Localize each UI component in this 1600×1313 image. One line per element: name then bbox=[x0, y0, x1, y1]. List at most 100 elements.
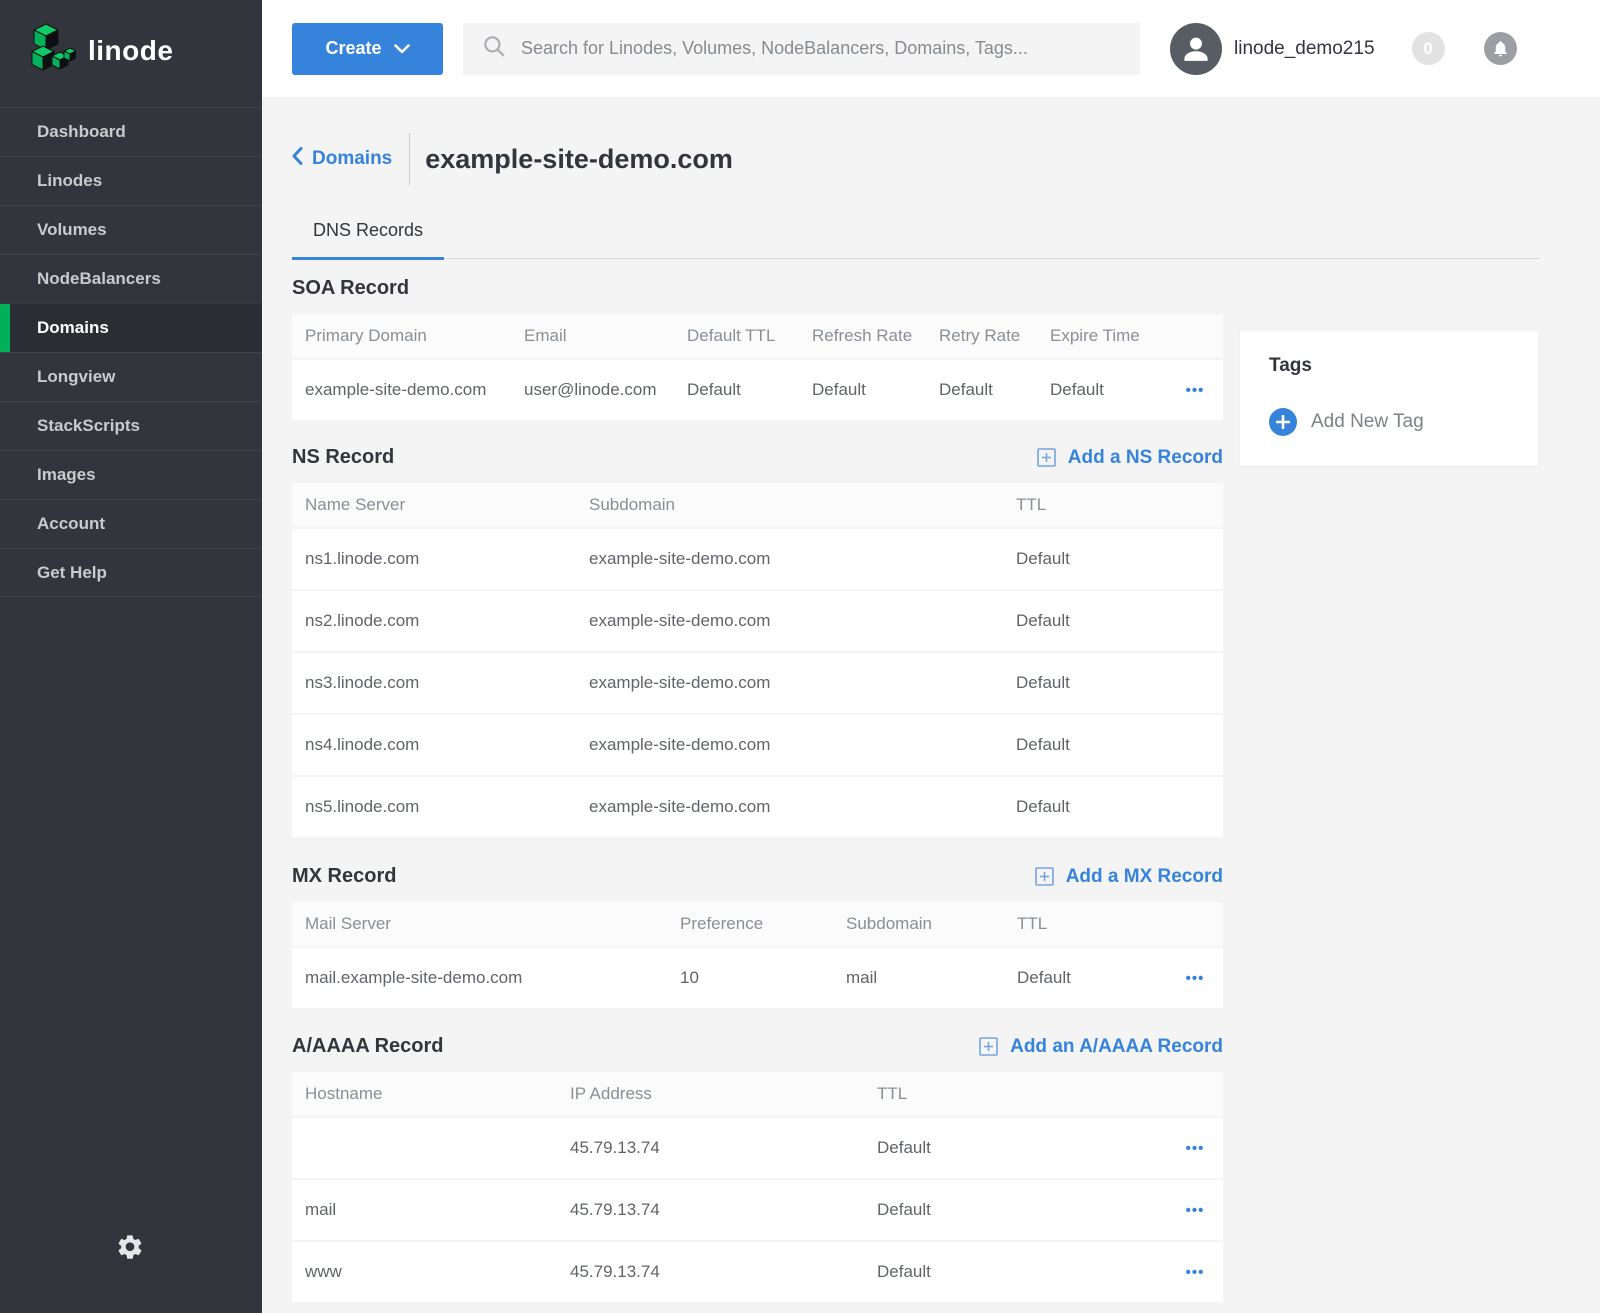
records-column: SOA Record Primary Domain Email Default … bbox=[292, 273, 1223, 1302]
tags-title: Tags bbox=[1269, 355, 1509, 377]
linode-logo[interactable]: linode bbox=[0, 0, 262, 79]
sidebar-item-get-help[interactable]: Get Help bbox=[0, 548, 262, 597]
settings-gear-icon[interactable] bbox=[116, 1233, 144, 1266]
active-indicator bbox=[0, 304, 10, 352]
search-icon bbox=[481, 33, 507, 64]
search-input[interactable] bbox=[521, 38, 1122, 59]
subdomain-cell: example-site-demo.com bbox=[589, 735, 1016, 755]
mx-section-title: MX Record bbox=[292, 865, 396, 888]
sidebar-item-label: Get Help bbox=[37, 563, 107, 583]
user-avatar[interactable] bbox=[1170, 23, 1222, 75]
topbar: Create linode_demo215 0 bbox=[262, 0, 1600, 97]
breadcrumb: Domains example-site-demo.com bbox=[292, 133, 1600, 185]
name-server-cell: ns5.linode.com bbox=[305, 797, 589, 817]
sidebar-item-nodebalancers[interactable]: NodeBalancers bbox=[0, 254, 262, 303]
sidebar-item-longview[interactable]: Longview bbox=[0, 352, 262, 401]
column-header: IP Address bbox=[570, 1084, 877, 1104]
notification-count-badge[interactable]: 0 bbox=[1412, 32, 1445, 65]
ns-table-row: ns5.linode.com example-site-demo.com Def… bbox=[292, 777, 1223, 837]
soa-section-title: SOA Record bbox=[292, 277, 409, 300]
subdomain-cell: example-site-demo.com bbox=[589, 797, 1016, 817]
tab-dns-records[interactable]: DNS Records bbox=[292, 207, 444, 258]
add-a-aaaa-record-label: Add an A/AAAA Record bbox=[1010, 1036, 1223, 1058]
row-actions-menu-icon[interactable]: ••• bbox=[1167, 382, 1223, 399]
row-actions-menu-icon[interactable]: ••• bbox=[1167, 1140, 1223, 1157]
tags-column: Tags Add New Tag bbox=[1240, 273, 1538, 1302]
row-actions-menu-icon[interactable]: ••• bbox=[1167, 1264, 1223, 1281]
main-content: Domains example-site-demo.com DNS Record… bbox=[262, 97, 1600, 1313]
sidebar-item-images[interactable]: Images bbox=[0, 450, 262, 499]
ip-address-cell: 45.79.13.74 bbox=[570, 1200, 877, 1220]
ttl-cell: Default bbox=[1016, 673, 1223, 693]
column-header: Name Server bbox=[305, 495, 589, 515]
column-header: TTL bbox=[1017, 914, 1167, 934]
ip-address-cell: 45.79.13.74 bbox=[570, 1262, 877, 1282]
soa-table-header: Primary Domain Email Default TTL Refresh… bbox=[292, 314, 1223, 358]
ttl-cell: Default bbox=[1016, 797, 1223, 817]
name-server-cell: ns3.linode.com bbox=[305, 673, 589, 693]
ns-table-row: ns4.linode.com example-site-demo.com Def… bbox=[292, 715, 1223, 775]
chevron-down-icon bbox=[394, 38, 410, 59]
back-link-label: Domains bbox=[312, 148, 392, 170]
global-search[interactable] bbox=[463, 23, 1140, 75]
sidebar-item-domains[interactable]: Domains bbox=[0, 303, 262, 352]
sidebar-item-account[interactable]: Account bbox=[0, 499, 262, 548]
add-ns-record-label: Add a NS Record bbox=[1068, 447, 1223, 469]
ns-table: Name Server Subdomain TTL ns1.linode.com… bbox=[292, 483, 1223, 837]
mail-server-cell: mail.example-site-demo.com bbox=[305, 968, 680, 988]
sidebar: linode Dashboard Linodes Volumes NodeBal… bbox=[0, 0, 262, 1313]
add-new-tag-button[interactable]: Add New Tag bbox=[1269, 408, 1509, 436]
add-mx-record-label: Add a MX Record bbox=[1066, 866, 1223, 888]
brand-name: linode bbox=[88, 35, 173, 67]
row-actions-menu-icon[interactable]: ••• bbox=[1167, 1202, 1223, 1219]
sidebar-item-dashboard[interactable]: Dashboard bbox=[0, 107, 262, 156]
column-header: Hostname bbox=[305, 1084, 570, 1104]
sidebar-item-label: StackScripts bbox=[37, 416, 140, 436]
sidebar-item-label: Domains bbox=[37, 318, 109, 338]
column-header: Retry Rate bbox=[939, 326, 1050, 346]
back-to-domains-link[interactable]: Domains bbox=[292, 147, 392, 171]
sidebar-item-volumes[interactable]: Volumes bbox=[0, 205, 262, 254]
mx-record-section: MX Record Add a MX Record bbox=[292, 865, 1223, 1008]
column-header: TTL bbox=[877, 1084, 1167, 1104]
username[interactable]: linode_demo215 bbox=[1234, 38, 1375, 60]
ttl-cell: Default bbox=[1016, 549, 1223, 569]
mx-table-header: Mail Server Preference Subdomain TTL bbox=[292, 902, 1223, 946]
add-new-tag-label: Add New Tag bbox=[1311, 411, 1424, 433]
ttl-cell: Default bbox=[877, 1138, 1167, 1158]
refresh-rate-cell: Default bbox=[812, 380, 939, 400]
a-aaaa-table: Hostname IP Address TTL 45.79.13.74 Defa… bbox=[292, 1072, 1223, 1302]
column-header: Primary Domain bbox=[305, 326, 524, 346]
expire-time-cell: Default bbox=[1050, 380, 1167, 400]
row-actions-menu-icon[interactable]: ••• bbox=[1167, 970, 1223, 987]
breadcrumb-divider bbox=[409, 133, 410, 185]
ns-section-title: NS Record bbox=[292, 446, 394, 469]
mx-table-row: mail.example-site-demo.com 10 mail Defau… bbox=[292, 948, 1223, 1008]
add-mx-record-button[interactable]: Add a MX Record bbox=[1035, 866, 1223, 888]
primary-domain-cell: example-site-demo.com bbox=[305, 380, 524, 400]
name-server-cell: ns2.linode.com bbox=[305, 611, 589, 631]
mx-table: Mail Server Preference Subdomain TTL mai… bbox=[292, 902, 1223, 1008]
hostname-cell: mail bbox=[305, 1200, 570, 1220]
bell-icon[interactable] bbox=[1484, 32, 1517, 65]
chevron-left-icon bbox=[292, 147, 303, 171]
add-a-aaaa-record-button[interactable]: Add an A/AAAA Record bbox=[979, 1036, 1223, 1058]
linode-logo-icon bbox=[30, 22, 76, 79]
ttl-cell: Default bbox=[1016, 735, 1223, 755]
hostname-cell: www bbox=[305, 1262, 570, 1282]
column-header: Preference bbox=[680, 914, 846, 934]
ttl-cell: Default bbox=[877, 1200, 1167, 1220]
retry-rate-cell: Default bbox=[939, 380, 1050, 400]
ttl-cell: Default bbox=[1017, 968, 1167, 988]
ns-record-section: NS Record Add a NS Record bbox=[292, 446, 1223, 837]
ns-table-row: ns3.linode.com example-site-demo.com Def… bbox=[292, 653, 1223, 713]
create-button[interactable]: Create bbox=[292, 23, 443, 75]
sidebar-item-linodes[interactable]: Linodes bbox=[0, 156, 262, 205]
email-cell: user@linode.com bbox=[524, 380, 687, 400]
sidebar-item-label: Account bbox=[37, 514, 105, 534]
add-ns-record-button[interactable]: Add a NS Record bbox=[1037, 447, 1223, 469]
a-aaaa-record-section: A/AAAA Record Add an A/AAAA Record bbox=[292, 1035, 1223, 1302]
plus-circle-icon bbox=[1269, 408, 1297, 436]
column-header: TTL bbox=[1016, 495, 1223, 515]
sidebar-item-stackscripts[interactable]: StackScripts bbox=[0, 401, 262, 450]
